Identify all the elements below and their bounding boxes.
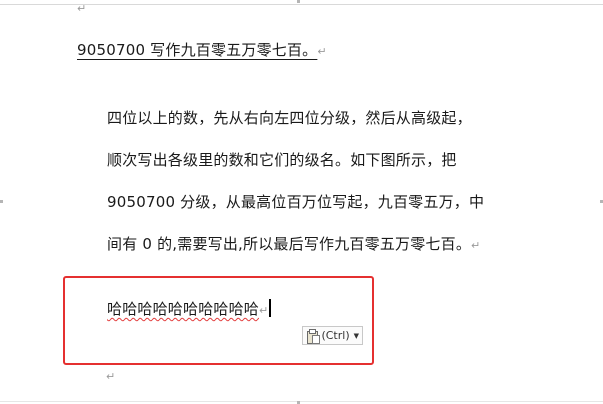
ruler-marker-top	[297, 0, 300, 3]
page-top-edge	[0, 4, 603, 5]
paragraph-mark: ↵	[471, 239, 481, 252]
ruler-marker-left	[0, 200, 3, 203]
paragraph-mark: ↵	[317, 45, 327, 58]
document-page[interactable]: ↵ 9050700 写作九百零五万零七百。↵ 四位以上的数，先从右向左四位分级，…	[0, 0, 603, 404]
heading-text: 9050700 写作九百零五万零七百。	[77, 41, 318, 59]
paragraph-line-4[interactable]: 间有 0 的,需要写出,所以最后写作九百零五万零七百。↵	[107, 233, 480, 254]
text-cursor	[269, 299, 271, 317]
paste-options-button[interactable]: (Ctrl) ▼	[302, 326, 363, 345]
pasted-text-line[interactable]: 哈哈哈哈哈哈哈哈哈哈↵	[107, 298, 271, 319]
clipboard-paste-icon	[306, 328, 320, 344]
paragraph-line-3[interactable]: 9050700 分级，从最高位百万位写起，九百零五万，中	[107, 191, 484, 212]
paragraph-line-3-text: 9050700 分级，从最高位百万位写起，九百零五万，中	[107, 193, 485, 211]
chevron-down-icon: ▼	[353, 331, 359, 340]
paragraph-mark: ↵	[77, 2, 87, 15]
paragraph-line-1-text: 四位以上的数，先从右向左四位分级，然后从高级起，	[107, 109, 472, 127]
red-highlight-box	[63, 276, 374, 365]
paragraph-line-4-text: 间有 0 的,需要写出,所以最后写作九百零五万零七百。	[107, 235, 472, 253]
page-bottom-edge	[0, 401, 603, 402]
paragraph-line-2[interactable]: 顺次写出各级里的数和它们的级名。如下图所示，把	[107, 149, 457, 170]
pasted-text: 哈哈哈哈哈哈哈哈哈哈	[107, 300, 260, 318]
paragraph-line-2-text: 顺次写出各级里的数和它们的级名。如下图所示，把	[107, 151, 457, 169]
heading-line[interactable]: 9050700 写作九百零五万零七百。↵	[77, 39, 327, 60]
paste-options-label: (Ctrl)	[321, 329, 350, 342]
paragraph-mark: ↵	[106, 370, 116, 383]
paragraph-line-1[interactable]: 四位以上的数，先从右向左四位分级，然后从高级起，	[107, 107, 472, 128]
paragraph-mark: ↵	[259, 304, 269, 317]
